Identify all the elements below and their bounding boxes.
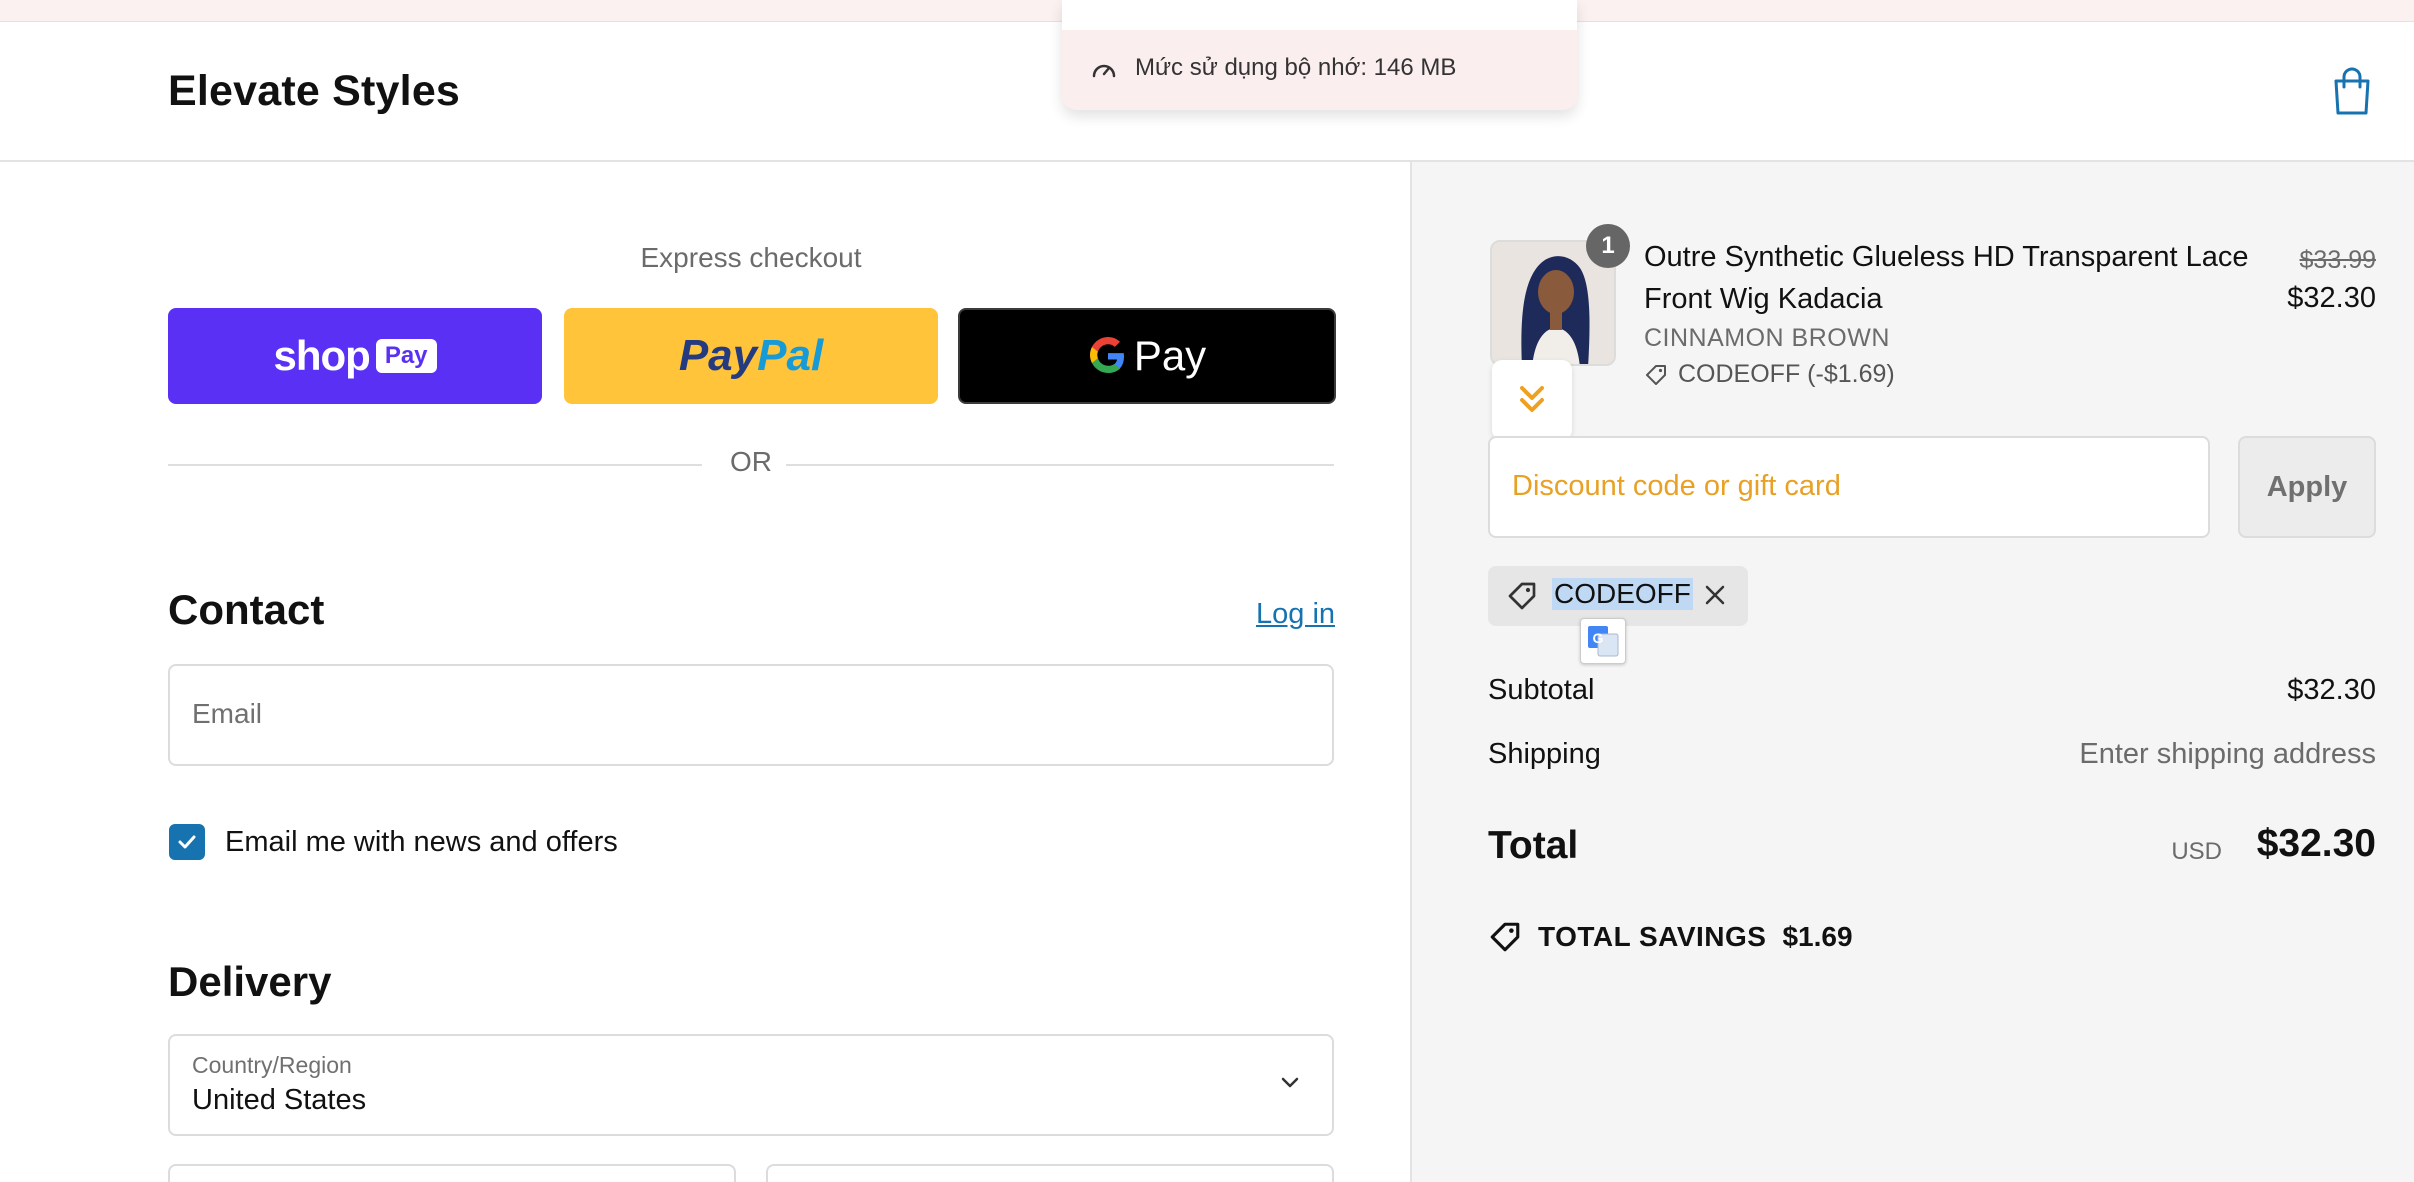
checkmark-icon <box>178 835 196 849</box>
shipping-value: Enter shipping address <box>2079 738 2376 770</box>
order-summary: 1 Outre Synthetic Glueless HD Transparen… <box>1410 162 2414 1182</box>
paypal-logo: PayPal <box>679 331 823 381</box>
log-in-link[interactable]: Log in <box>1256 598 1335 631</box>
extension-expand-tab[interactable] <box>1492 360 1572 440</box>
google-g-icon <box>1089 337 1124 373</box>
google-translate-icon[interactable]: G <box>1580 618 1626 664</box>
product-discount: CODEOFF (-$1.69) <box>1644 360 1895 389</box>
newsletter-label[interactable]: Email me with news and offers <box>225 826 618 859</box>
shipping-label: Shipping <box>1488 738 1601 770</box>
applied-code-text: CODEOFF <box>1552 578 1693 610</box>
memory-usage-popup: Mức sử dụng bộ nhớ: 146 MB <box>1062 0 1577 110</box>
shop-pay-label: shop <box>273 332 370 379</box>
remove-code-icon[interactable] <box>1700 580 1730 610</box>
last-name-field[interactable] <box>766 1164 1334 1182</box>
total-savings: TOTAL SAVINGS $1.69 <box>1488 920 1853 954</box>
contact-heading: Contact <box>168 586 325 633</box>
newsletter-checkbox[interactable] <box>169 824 205 860</box>
total-label: Total <box>1488 824 1579 867</box>
memory-usage-text: Mức sử dụng bộ nhớ: 146 MB <box>1135 54 1457 81</box>
first-name-field[interactable] <box>168 1164 736 1182</box>
tag-icon <box>1508 582 1536 610</box>
popup-top-area <box>1062 0 1577 30</box>
email-field[interactable]: Email <box>168 664 1334 766</box>
shop-pay-button[interactable]: shop Pay <box>168 308 542 404</box>
paypal-button[interactable]: PayPal <box>564 308 938 404</box>
tag-icon <box>1646 364 1666 385</box>
discount-code-input[interactable]: Discount code or gift card <box>1488 436 2210 538</box>
original-price: $33.99 <box>2299 246 2376 274</box>
shopping-bag-icon[interactable] <box>2330 67 2374 117</box>
store-logo[interactable]: Elevate Styles <box>168 67 460 116</box>
shop-pay-badge: Pay <box>375 339 437 373</box>
item-price: $32.30 <box>2287 282 2376 314</box>
quantity-badge: 1 <box>1586 224 1630 268</box>
product-title: Outre Synthetic Glueless HD Transparent … <box>1644 241 2249 315</box>
total-currency: USD <box>2171 838 2222 865</box>
subtotal-label: Subtotal <box>1488 674 1595 706</box>
country-label: Country/Region <box>192 1052 352 1078</box>
paypal-logo-part2: Pal <box>757 331 824 380</box>
total-savings-label: TOTAL SAVINGS <box>1538 921 1767 952</box>
total-savings-value: $1.69 <box>1782 921 1853 952</box>
translate-glyph: G <box>1588 626 1619 657</box>
google-pay-label: Pay <box>1133 332 1207 379</box>
speedometer-icon <box>1092 64 1116 78</box>
country-value: United States <box>192 1084 367 1116</box>
discount-placeholder: Discount code or gift card <box>1512 470 1841 502</box>
subtotal-value: $32.30 <box>2287 674 2376 706</box>
applied-code-chip: CODEOFF <box>1488 566 1748 626</box>
delivery-heading: Delivery <box>168 958 332 1005</box>
chevron-down-icon <box>1281 1077 1299 1088</box>
product-discount-text: CODEOFF (-$1.69) <box>1678 360 1895 388</box>
google-pay-button[interactable]: Pay <box>958 308 1336 404</box>
checkout-main: Express checkout shop Pay PayPal Pay OR … <box>0 162 1410 1182</box>
paypal-logo-part1: Pay <box>678 331 758 380</box>
apply-button[interactable]: Apply <box>2238 436 2376 538</box>
product-variant: CINNAMON BROWN <box>1644 324 1890 352</box>
or-divider: OR <box>168 444 1334 484</box>
total-value: $32.30 <box>2256 822 2376 865</box>
or-label: OR <box>730 446 772 477</box>
email-placeholder: Email <box>192 698 263 729</box>
savings-tag-icon <box>1490 922 1520 952</box>
express-checkout-title: Express checkout <box>640 242 862 273</box>
svg-text:G: G <box>1593 630 1604 646</box>
double-chevron-down-icon <box>1520 386 1544 412</box>
